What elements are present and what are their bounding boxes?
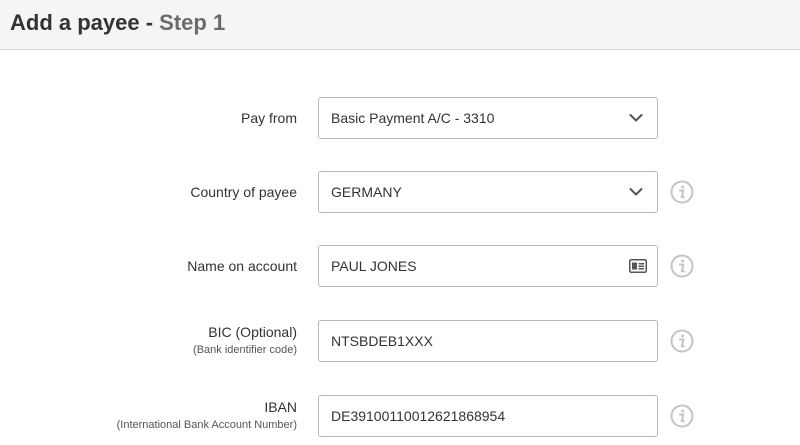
pay-from-value: Basic Payment A/C - 3310 [331,110,495,126]
page-title-main: Add a payee - [10,10,160,35]
name-row: Name on account PAUL JONES [0,245,800,287]
info-icon[interactable] [670,329,694,353]
info-icon[interactable] [670,404,694,428]
iban-label-group: IBAN (International Bank Account Number) [117,395,297,437]
country-select[interactable]: GERMANY [318,171,658,213]
id-card-icon [629,259,647,273]
iban-row: IBAN (International Bank Account Number)… [0,395,800,437]
name-label: Name on account [187,257,297,274]
iban-value: DE39100110012621868954 [331,408,506,424]
country-label: Country of payee [190,183,297,200]
pay-from-row: Pay from Basic Payment A/C - 3310 [0,97,800,139]
page-header: Add a payee - Step 1 [0,0,800,50]
pay-from-label: Pay from [240,109,297,126]
bic-sublabel: (Bank identifier code) [193,344,297,356]
pay-from-select[interactable]: Basic Payment A/C - 3310 [318,97,658,139]
iban-sublabel: (International Bank Account Number) [116,419,297,431]
name-label-group: Name on account [187,245,297,287]
country-row: Country of payee GERMANY [0,171,800,213]
bic-value: NTSBDEB1XXX [331,333,433,349]
country-label-group: Country of payee [190,171,297,213]
name-input[interactable]: PAUL JONES [318,245,658,287]
bic-label: BIC (Optional) [208,324,297,340]
iban-label: IBAN [264,399,297,415]
page-title: Add a payee - Step 1 [10,9,225,37]
info-icon[interactable] [670,254,694,278]
info-icon[interactable] [670,180,694,204]
country-value: GERMANY [331,184,402,200]
pay-from-label-group: Pay from [241,97,297,139]
bic-input[interactable]: NTSBDEB1XXX [318,320,658,362]
bic-row: BIC (Optional) (Bank identifier code) NT… [0,320,800,362]
iban-input[interactable]: DE39100110012621868954 [318,395,658,437]
chevron-down-icon [629,111,643,125]
bic-label-group: BIC (Optional) (Bank identifier code) [193,320,297,362]
chevron-down-icon [629,185,643,199]
name-value: PAUL JONES [331,258,417,274]
page-title-step: Step 1 [159,10,226,35]
